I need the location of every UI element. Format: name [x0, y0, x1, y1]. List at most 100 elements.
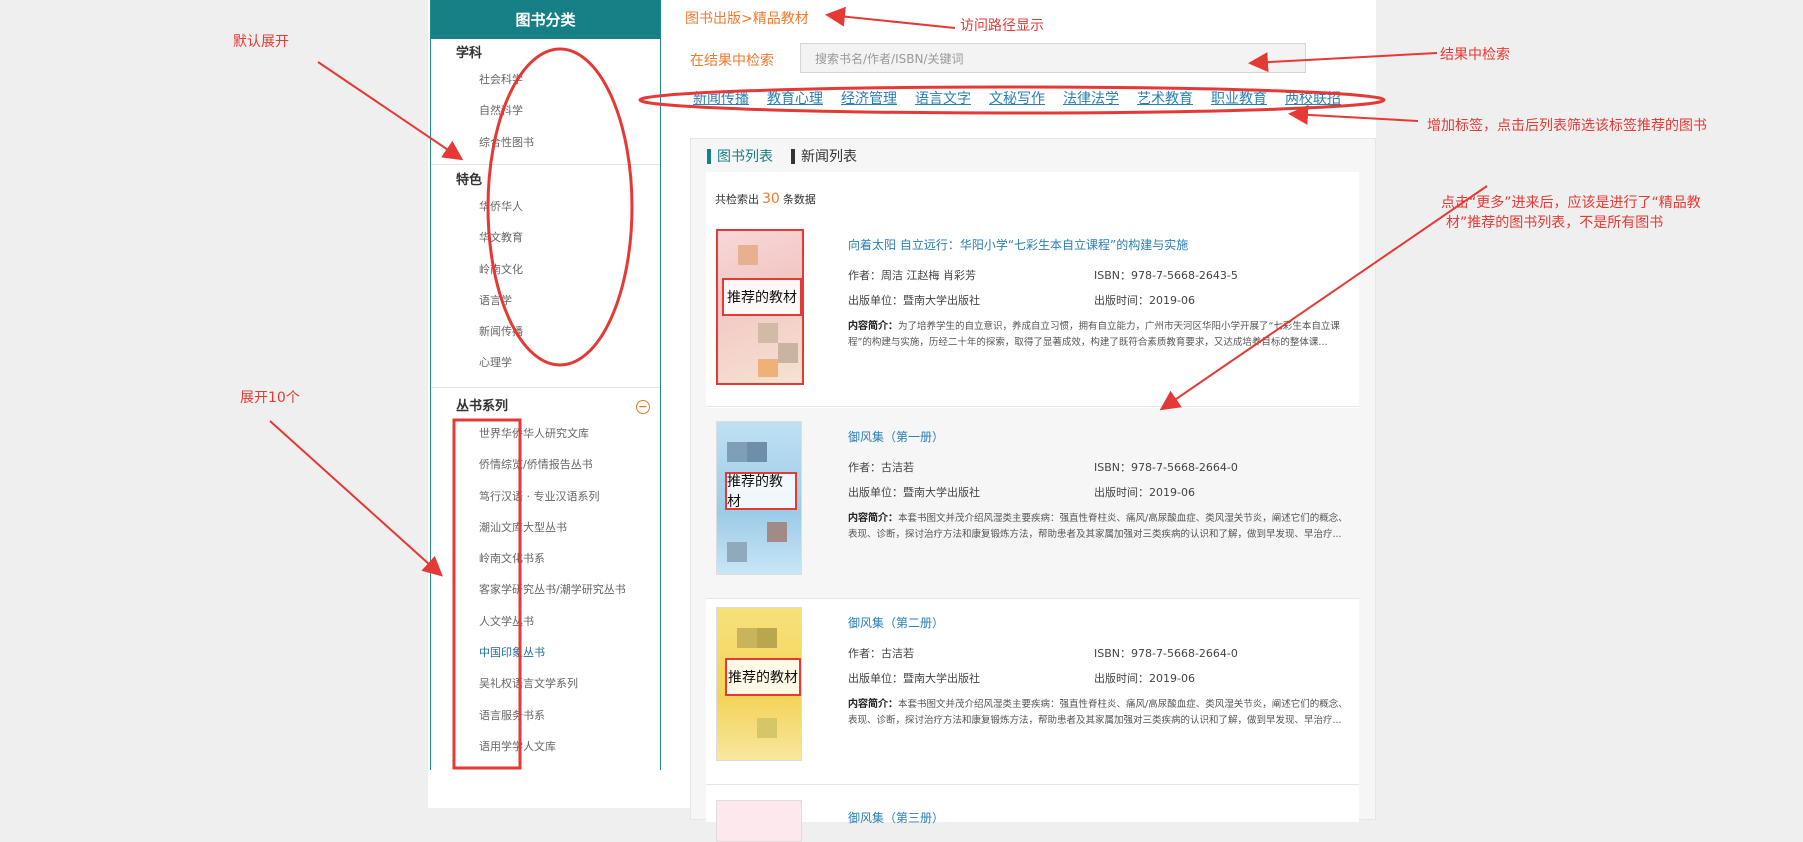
group-subject: 学科 社会科学 自然科学 综合性图书	[431, 44, 660, 158]
count-value: 30	[762, 191, 780, 207]
tag-link[interactable]: 法律法学	[1063, 88, 1119, 114]
group-feature: 特色 华侨华人 华文教育 岭南文化 语言学 新闻传播 心理学	[431, 171, 660, 379]
book-list: 共检索出 30 条数据 推荐的教材 向着太阳 自立远行：华阳小学“七彩生本自立课程”…	[706, 172, 1359, 842]
tab-book-list-label: 图书列表	[717, 149, 773, 165]
tab-news-list-label: 新闻列表	[801, 149, 857, 165]
cover-mosaic	[758, 323, 778, 343]
cover-mosaic	[747, 442, 767, 462]
sidebar-item-series[interactable]: 笃行汉语 · 专业汉语系列	[431, 481, 660, 512]
book-author: 作者：古洁若	[848, 647, 914, 660]
cover-mosaic	[727, 442, 747, 462]
book-publisher: 出版单位：暨南大学出版社	[848, 672, 980, 685]
tag-link[interactable]: 艺术教育	[1137, 88, 1193, 114]
tab-book-list[interactable]: 图书列表	[707, 146, 773, 166]
sidebar-item-series[interactable]: 世界华侨华人研究文库	[431, 418, 660, 449]
book-date: 出版时间：2019-06	[1094, 672, 1195, 685]
book-publisher: 出版单位：暨南大学出版社	[848, 294, 980, 307]
book-row: 推荐的教材 御风集（第一册） 作者：古洁若 ISBN：978-7-5668-26…	[706, 408, 1359, 599]
book-description: 内容简介：为了培养学生的自立意识，养成自立习惯，拥有自立能力，广州市天河区华阳小…	[848, 321, 1340, 348]
cover-mosaic	[778, 343, 798, 363]
tag-link[interactable]: 职业教育	[1211, 88, 1267, 114]
sidebar-divider	[431, 164, 660, 165]
result-count: 共检索出 30 条数据	[715, 191, 816, 207]
book-isbn: ISBN：978-7-5668-2643-5	[1094, 269, 1238, 282]
sidebar-item-series[interactable]: 吴礼权语言文学系列	[431, 668, 660, 699]
sidebar-item-series[interactable]: 客家学研究丛书/潮学研究丛书	[431, 574, 660, 605]
book-date: 出版时间：2019-06	[1094, 294, 1195, 307]
tag-link[interactable]: 新闻传播	[693, 88, 749, 114]
collapse-icon[interactable]: −	[636, 400, 650, 414]
sidebar-item-social-science[interactable]: 社会科学	[431, 64, 660, 95]
sidebar-item-comprehensive[interactable]: 综合性图书	[431, 127, 660, 158]
book-cover[interactable]: 推荐的教材	[716, 421, 802, 575]
book-description: 内容简介：本套书图文并茂介绍风湿类主要疾病：强直性脊柱炎、痛风/高尿酸血症、类风…	[848, 513, 1348, 540]
search-label: 在结果中检索	[690, 53, 774, 69]
sidebar-item-series[interactable]: 语言服务书系	[431, 700, 660, 731]
annotation-add-tags: 增加标签，点击后列表筛选该标签推荐的图书	[1427, 118, 1707, 134]
tab-news-list[interactable]: 新闻列表	[791, 146, 857, 166]
cover-mosaic	[757, 718, 777, 738]
cover-mosaic	[758, 359, 778, 377]
annotation-in-result-search: 结果中检索	[1440, 47, 1510, 63]
book-author: 作者：周洁 江赵梅 肖彩芳	[848, 269, 976, 282]
sidebar-item-lingnan-culture[interactable]: 岭南文化	[431, 254, 660, 285]
tab-marker	[791, 148, 795, 164]
group-series: 丛书系列 − 世界华侨华人研究文库 侨情综览/侨情报告丛书 笃行汉语 · 专业汉…	[431, 396, 660, 762]
tag-link[interactable]: 语言文字	[915, 88, 971, 114]
count-suffix: 条数据	[782, 193, 816, 206]
cover-mosaic	[727, 542, 747, 562]
book-list-panel: 图书列表 新闻列表 共检索出 30 条数据 推荐的教材 向着太阳 自立远行：华阳小学…	[690, 138, 1376, 842]
sidebar-item-series[interactable]: 语用学学人文库	[431, 731, 660, 762]
tab-marker	[707, 148, 711, 164]
book-title[interactable]: 御风集（第二册）	[848, 614, 944, 631]
sidebar-item-series[interactable]: 岭南文化书系	[431, 543, 660, 574]
search-input[interactable]: 搜索书名/作者/ISBN/关键词	[800, 43, 1306, 73]
annotation-more-note-1: 点击“更多”进来后，应该是进行了“精品教	[1441, 195, 1701, 211]
book-cover[interactable]: 推荐的教材	[716, 229, 804, 385]
cover-mosaic	[737, 628, 757, 648]
category-sidebar: 图书分类 学科 社会科学 自然科学 综合性图书 特色 华侨华人 华文教育 岭南文…	[430, 0, 661, 770]
book-title[interactable]: 御风集（第三册）	[848, 809, 944, 826]
tag-link[interactable]: 两校联招	[1285, 88, 1341, 114]
book-isbn: ISBN：978-7-5668-2664-0	[1094, 647, 1238, 660]
sidebar-item-natural-science[interactable]: 自然科学	[431, 95, 660, 126]
book-title[interactable]: 御风集（第一册）	[848, 428, 944, 445]
book-publisher: 出版单位：暨南大学出版社	[848, 486, 980, 499]
sidebar-divider	[431, 387, 660, 388]
sidebar-item-chinese-education[interactable]: 华文教育	[431, 222, 660, 253]
recommended-tag: 推荐的教材	[725, 472, 797, 510]
sidebar-item-psychology[interactable]: 心理学	[431, 347, 660, 378]
annotation-more-note-2: 材”推荐的图书列表，不是所有图书	[1446, 215, 1664, 231]
count-prefix: 共检索出	[715, 193, 759, 206]
breadcrumb[interactable]: 图书出版>精品教材	[685, 8, 809, 28]
group-title-subject: 学科	[456, 46, 483, 61]
annotation-path-display: 访问路径显示	[960, 18, 1044, 34]
book-author: 作者：古洁若	[848, 461, 914, 474]
tag-bar: 新闻传播 教育心理 经济管理 语言文字 文秘写作 法律法学 艺术教育 职业教育 …	[693, 88, 1341, 114]
sidebar-item-linguistics[interactable]: 语言学	[431, 285, 660, 316]
group-title-series-label: 丛书系列	[456, 399, 509, 414]
sidebar-item-series[interactable]: 人文学丛书	[431, 606, 660, 637]
annotation-default-expand: 默认展开	[233, 34, 289, 50]
list-tabs: 图书列表 新闻列表	[707, 146, 857, 166]
sidebar-item-overseas-chinese[interactable]: 华侨华人	[431, 191, 660, 222]
sidebar-item-series[interactable]: 潮汕文库大型丛书	[431, 512, 660, 543]
book-title[interactable]: 向着太阳 自立远行：华阳小学“七彩生本自立课程”的构建与实施	[848, 236, 1188, 253]
tag-link[interactable]: 经济管理	[841, 88, 897, 114]
book-row: 推荐的教材 御风集（第二册） 作者：古洁若 ISBN：978-7-5668-26…	[706, 594, 1359, 785]
sidebar-item-journalism[interactable]: 新闻传播	[431, 316, 660, 347]
group-title-feature: 特色	[456, 173, 483, 188]
annotation-arrow	[269, 420, 443, 577]
sidebar-item-series-active[interactable]: 中国印象丛书	[431, 637, 660, 668]
book-isbn: ISBN：978-7-5668-2664-0	[1094, 461, 1238, 474]
book-cover[interactable]: 推荐的教材	[716, 607, 802, 761]
tag-link[interactable]: 教育心理	[767, 88, 823, 114]
book-description: 内容简介：本套书图文并茂介绍风湿类主要疾病：强直性脊柱炎、痛风/高尿酸血症、类风…	[848, 699, 1348, 726]
book-cover[interactable]	[716, 800, 802, 842]
book-row: 推荐的教材 向着太阳 自立远行：华阳小学“七彩生本自立课程”的构建与实施 作者：…	[706, 216, 1359, 407]
sidebar-title: 图书分类	[431, 0, 660, 39]
group-title-series: 丛书系列 −	[431, 396, 660, 418]
sidebar-item-series[interactable]: 侨情综览/侨情报告丛书	[431, 449, 660, 480]
tag-link[interactable]: 文秘写作	[989, 88, 1045, 114]
cover-mosaic	[757, 628, 777, 648]
